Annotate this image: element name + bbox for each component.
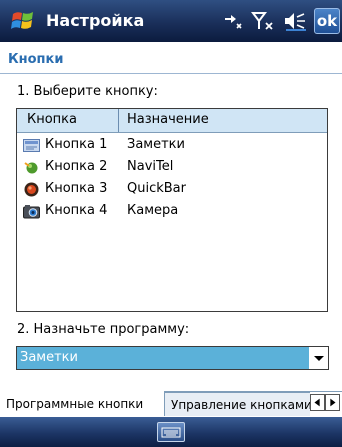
tab-button-management[interactable]: Управление кнопками [165,392,310,416]
tab-bar: Программные кнопки Управление кнопками [0,391,342,417]
button-assignment: NaviTel [127,159,174,174]
button-name: Кнопка 2 [45,159,108,174]
tab-scroll-left-icon[interactable] [310,394,325,411]
list-item[interactable]: Кнопка 1 Заметки [17,135,327,157]
program-dropdown[interactable]: Заметки [16,346,329,370]
program-dropdown-value[interactable]: Заметки [17,347,309,369]
buttons-list[interactable]: Кнопка Назначение Кнопка 1 Заметки Кнопк… [16,108,328,312]
list-item[interactable]: Кнопка 4 Камера [17,201,327,223]
notes-icon [23,139,40,152]
page-title: Кнопки [8,52,64,67]
bottom-menu-bar [0,417,342,447]
column-header-button[interactable]: Кнопка [27,112,77,127]
keyboard-glyph-icon [161,427,181,438]
start-menu-flag-icon[interactable] [10,9,36,33]
signal-off-icon[interactable] [251,10,275,32]
button-assignment: QuickBar [127,181,186,196]
column-header-assignment[interactable]: Назначение [127,112,209,127]
button-name: Кнопка 4 [45,203,108,218]
list-item[interactable]: Кнопка 3 QuickBar [17,179,327,201]
title-bar: Настройка ok [0,0,342,42]
quickbar-icon [24,182,39,197]
chevron-down-icon[interactable] [310,347,328,369]
column-divider[interactable] [118,109,119,132]
connectivity-icon[interactable] [221,10,243,32]
ok-button[interactable]: ok [314,8,340,34]
tab-program-buttons[interactable]: Программные кнопки [0,391,165,416]
keyboard-icon[interactable] [157,422,185,442]
speaker-icon[interactable] [282,10,308,32]
navitel-icon [24,162,38,174]
button-assignment: Камера [127,203,179,218]
list-item[interactable]: Кнопка 2 NaviTel [17,157,327,179]
button-assignment: Заметки [127,137,185,152]
camera-icon [23,205,40,219]
button-name: Кнопка 1 [45,137,108,152]
assign-program-label: 2. Назначьте программу: [17,322,190,337]
button-name: Кнопка 3 [45,181,108,196]
list-header: Кнопка Назначение [17,109,327,133]
heading-divider [0,73,342,74]
window-title: Настройка [46,11,145,30]
select-button-label: 1. Выберите кнопку: [17,84,158,99]
tab-scroll-right-icon[interactable] [325,394,340,411]
